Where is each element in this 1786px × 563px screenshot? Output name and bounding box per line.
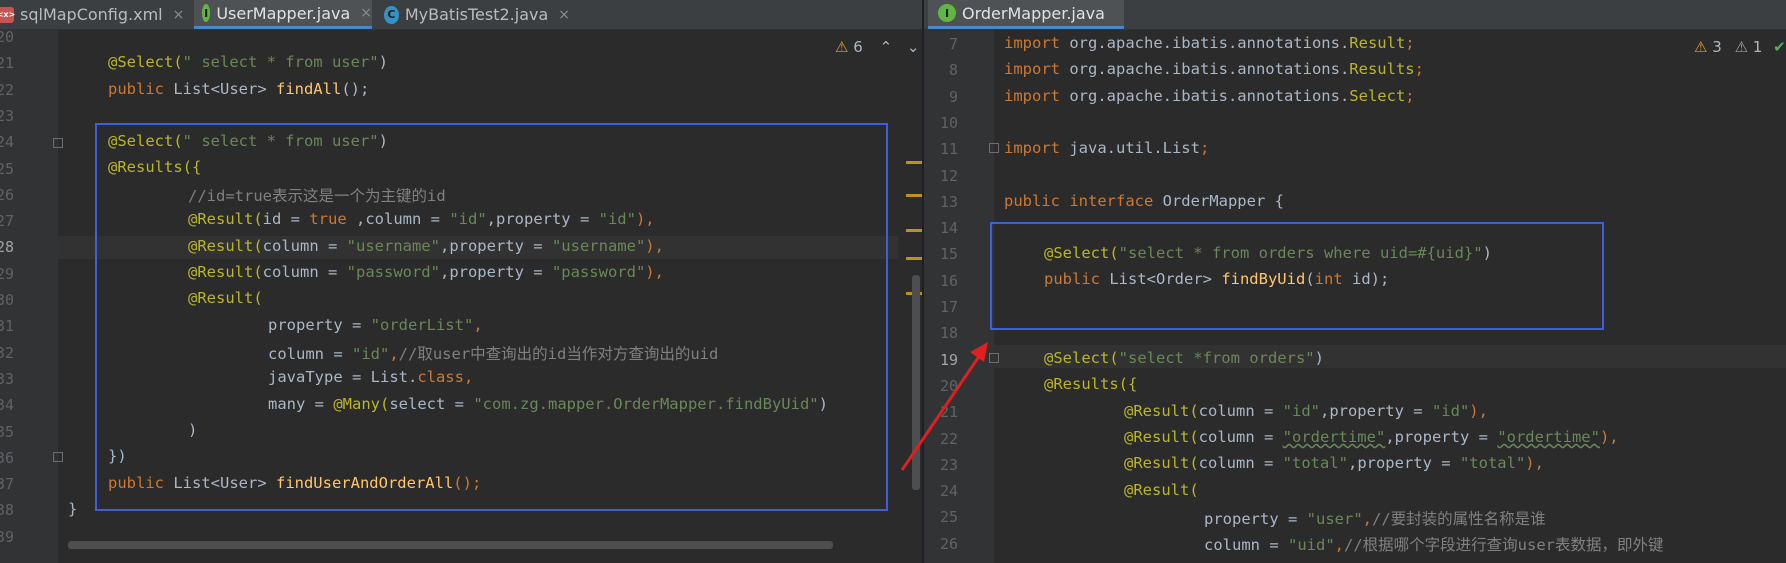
fold-marker-icon[interactable] [53, 452, 63, 462]
xml-file-icon: <x> [0, 6, 15, 23]
line-number: 28 [0, 238, 14, 257]
code-line-26: column = "uid",//根据哪个字段进行查询user表数据，即外键 [1204, 536, 1664, 554]
arrow-shaft [900, 351, 984, 471]
line-number: 7 [948, 35, 958, 53]
line-number: 17 [939, 298, 958, 316]
code-line-9: import org.apache.ibatis.annotations.Sel… [1004, 87, 1415, 105]
code-line-25: property = "user",//要封装的属性名称是谁 [1204, 510, 1546, 528]
warning-count: 3 [1712, 38, 1722, 56]
tab-label: MyBatisTest2.java [404, 5, 549, 24]
warning-count: 6 [853, 38, 863, 56]
line-number: 11 [939, 140, 958, 159]
fold-marker-icon[interactable] [53, 138, 63, 148]
inspection-widget[interactable]: ⚠ 6 ⌃ ⌄ [835, 38, 920, 56]
warning-icon: ⚠ [1694, 38, 1708, 56]
line-number: 30 [0, 291, 14, 309]
tab-label: sqlMapConfig.xml [20, 5, 163, 24]
line-number: 29 [0, 264, 14, 283]
line-number: 27 [0, 212, 14, 231]
code-line-22: @Result(column = "ordertime",property = … [1124, 428, 1619, 446]
code-line-38: } [68, 500, 78, 518]
line-number: 12 [939, 166, 958, 185]
tab-mybatistest2[interactable]: C MyBatisTest2.java × [380, 0, 570, 29]
weak-warning-count: 1 [1752, 38, 1763, 56]
close-icon[interactable]: × [558, 7, 570, 23]
code-line-20: @Results({ [1044, 375, 1138, 393]
tab-label: OrderMapper.java [962, 3, 1105, 23]
line-number: 38 [0, 501, 14, 520]
line-number: 36 [0, 448, 14, 467]
line-number: 32 [0, 343, 14, 362]
line-number: 25 [939, 508, 958, 527]
code-line-22: public List<User> findAll(); [108, 80, 370, 98]
line-number: 20 [0, 28, 14, 46]
tab-usermapper[interactable]: I UserMapper.java × [194, 0, 372, 29]
highlight-box [95, 123, 888, 511]
line-number: 33 [0, 369, 14, 388]
line-number: 39 [0, 527, 14, 546]
code-line-23: @Result(column = "total",property = "tot… [1124, 454, 1544, 472]
code-line-8: import org.apache.ibatis.annotations.Res… [1004, 60, 1424, 78]
tab-sqlmapconfig[interactable]: <x> sqlMapConfig.xml × [0, 0, 190, 29]
check-icon: ✔ [1773, 38, 1786, 56]
highlight-box [990, 222, 1604, 330]
line-number: 23 [0, 106, 14, 125]
line-number: 13 [939, 192, 958, 211]
code-line-21: @Select(" select * from user") [108, 53, 388, 71]
line-number: 9 [948, 87, 958, 106]
inspection-widget[interactable]: ⚠ 3 ⚠ 1 ✔ [1694, 38, 1786, 56]
left-tab-bar: <x> sqlMapConfig.xml × I UserMapper.java… [0, 0, 922, 30]
code-line-13: public interface OrderMapper { [1004, 192, 1284, 210]
warning-stripe-mark[interactable] [906, 229, 922, 232]
right-tab-bar: I OrderMapper.java [924, 0, 1786, 30]
line-number: 14 [939, 219, 958, 238]
line-number: 21 [0, 54, 14, 73]
warning-stripe-mark[interactable] [906, 161, 922, 164]
warning-stripe-mark[interactable] [906, 257, 922, 260]
class-icon: C [384, 5, 399, 24]
code-line-7: import org.apache.ibatis.annotations.Res… [1004, 34, 1415, 52]
close-icon[interactable]: × [173, 7, 185, 23]
tab-label: UserMapper.java [216, 3, 351, 23]
weak-warning-icon: ⚠ [1734, 38, 1749, 56]
line-number: 31 [0, 317, 14, 336]
left-editor-pane: <x> sqlMapConfig.xml × I UserMapper.java… [0, 0, 922, 563]
line-number: 34 [0, 396, 14, 415]
line-number: 35 [0, 422, 14, 441]
tab-ordermapper[interactable]: I OrderMapper.java [928, 0, 1124, 29]
line-number: 24 [0, 133, 14, 152]
line-number: 22 [0, 80, 14, 99]
line-number: 26 [939, 534, 958, 553]
chevron-up-icon[interactable]: ⌃ [880, 38, 893, 56]
code-line-24: @Result( [1124, 481, 1199, 499]
line-number: 25 [0, 159, 14, 178]
line-number: 16 [939, 271, 958, 290]
warning-icon: ⚠ [835, 38, 849, 56]
interface-icon: I [202, 4, 211, 22]
line-number: 26 [0, 185, 14, 204]
line-number: 37 [0, 475, 14, 494]
close-icon[interactable]: × [360, 5, 372, 21]
line-number: 24 [939, 482, 958, 501]
code-line-19: @Select("select *from orders") [1044, 349, 1324, 367]
right-editor-pane: I OrderMapper.java 7 8 9 10 11 12 13 14 15 16 17 18… [924, 0, 1786, 563]
interface-icon: I [938, 4, 956, 22]
warning-stripe-mark[interactable] [906, 194, 922, 197]
annotation-arrow [900, 342, 988, 471]
chevron-down-icon[interactable]: ⌄ [907, 38, 920, 56]
fold-marker-icon[interactable] [989, 143, 999, 153]
line-number: 10 [939, 113, 958, 132]
code-line-11: import java.util.List; [1004, 139, 1210, 157]
code-line-21: @Result(column = "id",property = "id"), [1124, 402, 1488, 420]
line-number: 15 [939, 245, 958, 264]
horizontal-scrollbar[interactable] [68, 541, 833, 549]
line-number: 8 [948, 61, 958, 80]
